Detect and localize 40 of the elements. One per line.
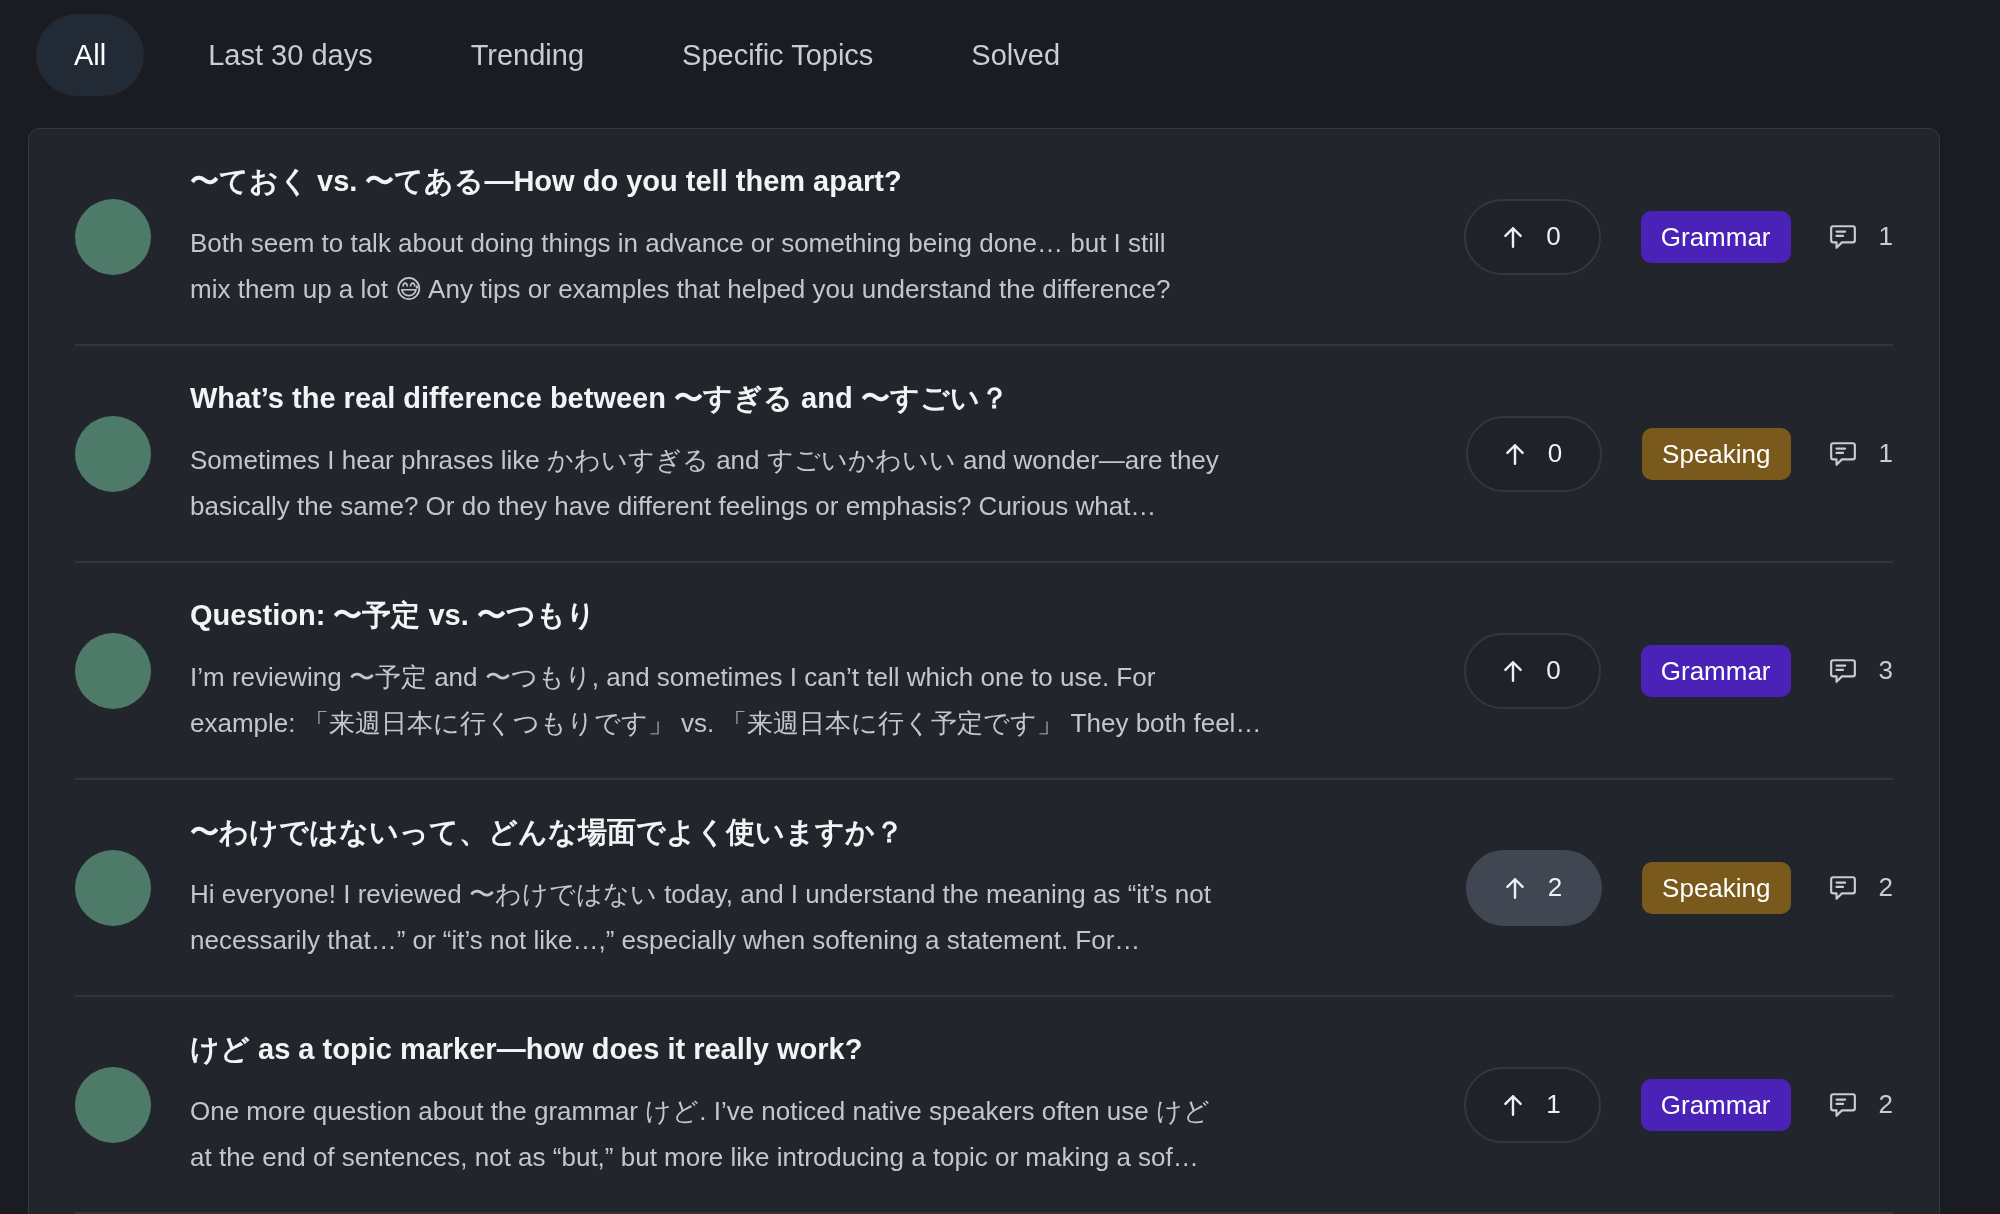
up-arrow-icon [1502, 658, 1525, 683]
up-arrow-icon [1503, 875, 1526, 900]
post-excerpt: I’m reviewing 〜予定 and 〜つもり, and sometimes I can’t tell which one to use. For example: 「来週日本に行くつもりです」 vs. 「来週日本に行く予定です」 They both feel… [190, 660, 1263, 740]
category-tag: Grammar [1640, 1078, 1791, 1131]
filter-tab[interactable]: All [36, 14, 145, 96]
up-arrow-icon [1503, 441, 1526, 466]
post-title[interactable]: 〜ておく vs. 〜てある—How do you tell them apart? [190, 161, 1445, 202]
comment-icon [1828, 222, 1857, 251]
upvote-button[interactable]: 1 [1464, 1066, 1601, 1143]
category-tag: Grammar [1640, 644, 1791, 697]
filter-tab[interactable]: Solved [937, 14, 1095, 96]
filter-tab[interactable]: Trending [436, 14, 619, 96]
category-tag: Grammar [1640, 210, 1791, 263]
category-tag: Speaking [1642, 861, 1791, 914]
comment-count: 1 [1878, 438, 1893, 469]
upvote-button[interactable]: 2 [1465, 849, 1603, 926]
comment-count: 2 [1878, 1089, 1893, 1120]
comment-count: 3 [1878, 655, 1893, 686]
post-title[interactable]: Question: 〜予定 vs. 〜つもり [190, 595, 1445, 636]
comment-count: 2 [1878, 872, 1893, 903]
post-title[interactable]: けど as a topic marker—how does it really work? [190, 1029, 1445, 1070]
comment-icon [1828, 656, 1857, 685]
up-arrow-icon [1502, 1092, 1525, 1117]
comment-count: 1 [1878, 221, 1893, 252]
upvote-button[interactable]: 0 [1465, 415, 1603, 492]
comment-icon [1828, 873, 1857, 902]
post-excerpt: Sometimes I hear phrases like かわいすぎる and すごいかわいい and wonder—are they basically the same? Or do they have different feelings or emphasis? Curious what… [190, 443, 1220, 523]
upvote-button[interactable]: 0 [1464, 632, 1601, 709]
up-arrow-icon [1502, 224, 1525, 249]
category-tag: Speaking [1642, 427, 1791, 480]
filter-tab[interactable]: Last 30 days [174, 14, 407, 96]
comment-icon [1828, 1090, 1857, 1119]
upvote-button[interactable]: 0 [1464, 198, 1601, 275]
post-title[interactable]: What’s the real difference between 〜すぎる and 〜すごい？ [190, 378, 1446, 419]
post-title[interactable]: 〜わけではないって、どんな場面でよく使いますか？ [190, 812, 1446, 853]
post-excerpt: One more question about the grammar けど. I’ve noticed native speakers often use けど at the end of sentences, not as “but,” but more like introducing a topic or making a sof… [190, 1094, 1211, 1174]
comment-icon [1828, 439, 1857, 468]
filter-tab[interactable]: Specific Topics [648, 14, 908, 96]
post-excerpt: Hi everyone! I reviewed 〜わけではない today, and I understand the meaning as “it’s not necessarily that…” or “it’s not like…,” especially when softening a statement. For… [190, 877, 1212, 957]
post-excerpt: Both seem to talk about doing things in advance or something being done… but I still mix them up a lot 😅 Any tips or examples that helped you understand the difference? [190, 226, 1172, 306]
